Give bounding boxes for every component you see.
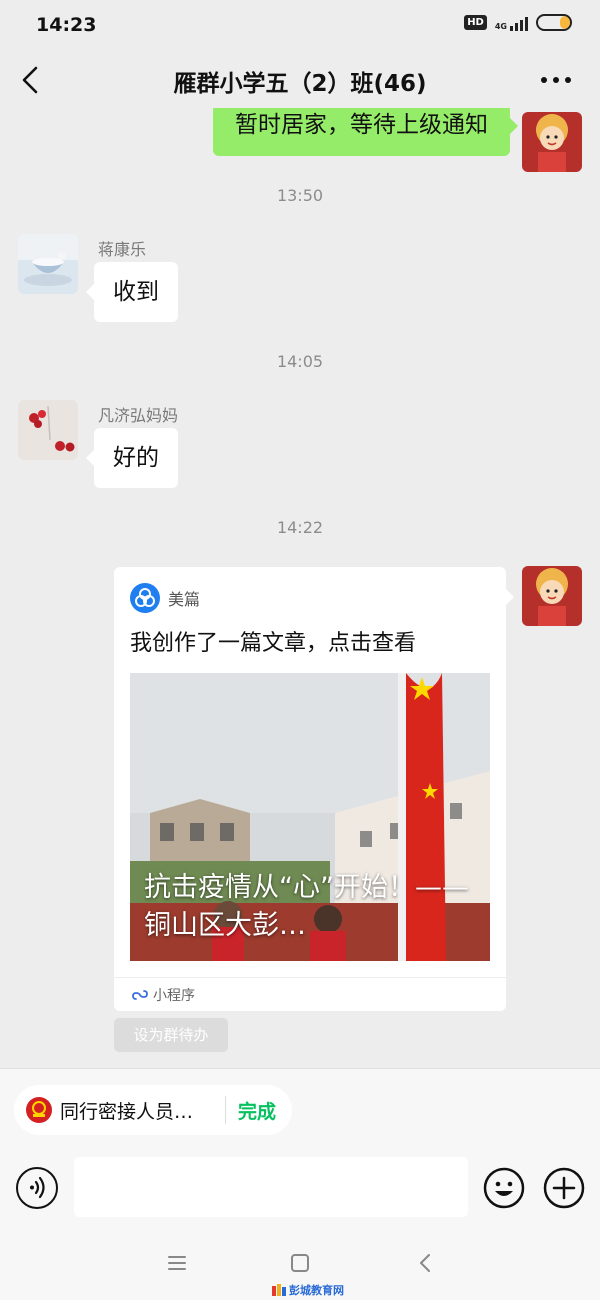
card-source-name: 美篇 [168, 590, 201, 609]
timestamp: 14:22 [276, 518, 324, 537]
message-input[interactable] [74, 1157, 468, 1217]
chat-title[interactable]: 雁群小学五（2）班(46) [100, 64, 500, 98]
chat-header: 雁群小学五（2）班(46) [0, 52, 600, 108]
home-button[interactable] [287, 1250, 313, 1276]
task-divider [225, 1096, 226, 1124]
message-bubble[interactable]: 收到 [86, 262, 178, 322]
back-triangle-icon [420, 1254, 430, 1272]
input-bar [0, 1155, 600, 1219]
voice-button[interactable] [16, 1167, 58, 1209]
emoji-button[interactable] [483, 1167, 525, 1209]
card-source-row: 美篇 [130, 583, 200, 613]
menu-icon [168, 1256, 186, 1270]
status-bar: 14:23 HD 4G [0, 0, 600, 52]
avatar-cherries-icon [18, 400, 78, 460]
menu-button[interactable] [164, 1250, 190, 1276]
message-bubble[interactable]: 好的 [86, 428, 178, 488]
battery-icon [536, 14, 572, 31]
network-type-label: 4G [494, 21, 507, 31]
watermark-logo-icon [272, 1284, 286, 1296]
more-button[interactable] [536, 64, 576, 96]
plus-button[interactable] [543, 1167, 585, 1209]
card-title: 我创作了一篇文章，点击查看 [130, 631, 417, 656]
card-footer: 小程序 [114, 977, 506, 1011]
card-footer-label: 小程序 [153, 987, 195, 1004]
group-task-bar[interactable]: 同行密接人员… 完成 [14, 1085, 292, 1135]
sender-name: 蒋康乐 [98, 240, 147, 259]
own-avatar[interactable] [522, 566, 582, 626]
back-button[interactable] [16, 64, 48, 96]
mini-program-card[interactable]: 美篇 我创作了一篇文章，点击查看 抗击疫情从“心”开始！——铜山区大彭… 小程序 [114, 567, 514, 1011]
emblem-icon [26, 1097, 52, 1123]
hd-badge: HD [464, 15, 487, 30]
sender-name: 凡济弘妈妈 [98, 406, 179, 425]
chevron-left-icon [22, 66, 38, 94]
avatar-cartoon-icon [522, 566, 582, 626]
task-done-button[interactable]: 完成 [238, 1097, 276, 1124]
battery-level [560, 16, 570, 29]
set-group-todo-button[interactable]: 设为群待办 [114, 1018, 228, 1052]
meipian-logo-icon [130, 583, 160, 613]
bottom-panel: 同行密接人员… 完成 [0, 1068, 600, 1228]
watermark-text: 彭城教育网 [289, 1284, 344, 1297]
system-navigation-bar: 彭城教育网 [0, 1228, 600, 1300]
own-avatar[interactable] [522, 112, 582, 172]
message-list[interactable]: 暂时居家，等待上级通知 13:50 蒋康乐 收到 14:05 凡济弘妈妈 好的 … [0, 108, 600, 1068]
signal-strength-icon: 4G [495, 15, 528, 31]
card-thumbnail: 抗击疫情从“心”开始！——铜山区大彭… [130, 673, 490, 961]
task-text[interactable]: 同行密接人员… [60, 1097, 215, 1124]
card-image-caption: 抗击疫情从“心”开始！——铜山区大彭… [144, 872, 469, 941]
contact-avatar[interactable] [18, 400, 78, 460]
watermark: 彭城教育网 [272, 1282, 344, 1298]
emoji-icon [483, 1167, 525, 1209]
status-indicators: HD 4G [464, 14, 572, 31]
timestamp: 13:50 [276, 186, 324, 205]
home-square-icon [291, 1254, 309, 1272]
more-dots-icon [541, 77, 571, 83]
own-message-bubble[interactable]: 暂时居家，等待上级通知 [213, 108, 518, 156]
avatar-cartoon-icon [522, 112, 582, 172]
status-time: 14:23 [36, 14, 97, 36]
contact-avatar[interactable] [18, 234, 78, 294]
mini-program-icon [132, 989, 148, 1000]
avatar-teacup-icon [18, 234, 78, 294]
plus-icon [543, 1167, 585, 1209]
system-back-button[interactable] [412, 1250, 438, 1276]
voice-icon [30, 1176, 45, 1199]
timestamp: 14:05 [276, 352, 324, 371]
